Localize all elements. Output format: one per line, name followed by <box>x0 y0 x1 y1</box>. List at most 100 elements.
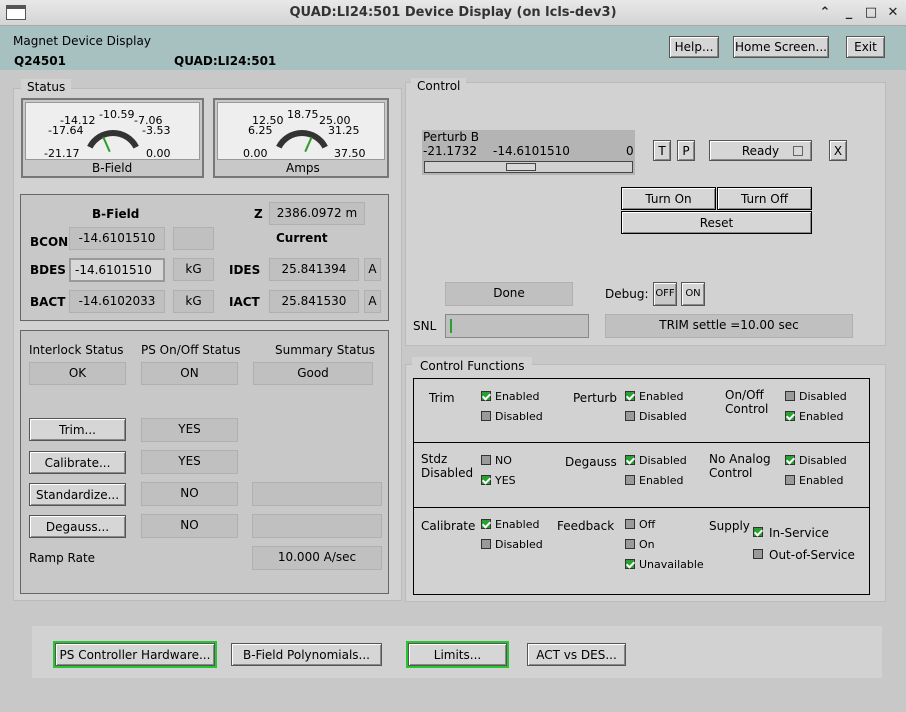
degauss-status: NO <box>141 514 238 538</box>
standardize-extra <box>252 482 382 506</box>
degauss-extra <box>252 514 382 538</box>
degauss-disabled-check[interactable] <box>625 455 635 465</box>
bfield-meter-label: B-Field <box>92 161 133 175</box>
stdz-yes-label: YES <box>495 474 516 487</box>
calibrate-disabled-check[interactable] <box>481 539 491 549</box>
supply-out-of-service-check[interactable] <box>753 549 763 559</box>
noanalog-disabled-label: Disabled <box>799 454 847 467</box>
ready-led-icon <box>793 146 803 156</box>
calibrate-disabled-label: Disabled <box>495 538 543 551</box>
turn-off-button[interactable]: Turn Off <box>717 187 812 210</box>
supply-label: Supply <box>709 519 750 533</box>
debug-off-button[interactable]: OFF <box>653 282 677 306</box>
row-divider-1 <box>413 442 870 443</box>
feedback-on-label: On <box>639 538 655 551</box>
minimize-icon[interactable]: _ <box>840 4 858 22</box>
perturb-slider-handle[interactable] <box>505 163 536 171</box>
bdes-input[interactable]: -14.6101510 <box>69 258 165 282</box>
noanalog-label-1: No Analog <box>709 452 771 466</box>
interlock-status: OK <box>29 362 126 385</box>
debug-on-button[interactable]: ON <box>681 282 705 306</box>
trim-disabled-check[interactable] <box>481 411 491 421</box>
supply-in-service-label: In-Service <box>769 526 829 540</box>
iact-unit: A <box>364 290 381 313</box>
home-screen-button[interactable]: Home Screen... <box>733 36 829 58</box>
close-icon[interactable]: ✕ <box>884 4 902 22</box>
limits-button[interactable]: Limits... <box>406 641 509 668</box>
turn-on-button[interactable]: Turn On <box>621 187 716 210</box>
perturb-slider[interactable] <box>424 161 633 173</box>
noanalog-disabled-check[interactable] <box>785 455 795 465</box>
noanalog-enabled-check[interactable] <box>785 475 795 485</box>
bcon-unit <box>173 227 214 250</box>
iact-value: 25.841530 <box>269 290 359 313</box>
collapse-icon[interactable]: ⌃ <box>816 4 834 22</box>
slider-value: -14.6101510 <box>493 144 570 158</box>
onoff-enabled-label: Enabled <box>799 410 844 423</box>
ready-label: Ready <box>741 144 780 158</box>
help-button[interactable]: Help... <box>669 36 719 58</box>
onoff-disabled-check[interactable] <box>785 391 795 401</box>
feedback-on-check[interactable] <box>625 539 635 549</box>
snl-indicator-icon <box>450 319 452 333</box>
bfield-polynomials-button[interactable]: B-Field Polynomials... <box>231 643 382 666</box>
trim-settle-status: TRIM settle =10.00 sec <box>605 314 853 338</box>
bdes-unit: kG <box>173 258 214 281</box>
onoff-control-label-2: Control <box>725 402 769 416</box>
calibrate-status: YES <box>141 450 238 474</box>
perturb-label: Perturb B <box>423 130 480 144</box>
amps-tick-0: 0.00 <box>243 147 268 160</box>
trim-function-label: Trim <box>429 391 455 405</box>
calibrate-function-label: Calibrate <box>421 519 476 533</box>
act-vs-des-button[interactable]: ACT vs DES... <box>527 643 626 666</box>
debug-label: Debug: <box>605 287 649 301</box>
p-button[interactable]: P <box>677 140 695 161</box>
trim-enabled-check[interactable] <box>481 391 491 401</box>
stdz-yes-check[interactable] <box>481 475 491 485</box>
noanalog-label-2: Control <box>709 466 753 480</box>
done-status: Done <box>445 282 573 306</box>
display-name: Magnet Device Display <box>13 34 151 48</box>
control-functions-tab: Control Functions <box>412 357 533 375</box>
perturb-disabled-check[interactable] <box>625 411 635 421</box>
onoff-disabled-label: Disabled <box>799 390 847 403</box>
x-button[interactable]: X <box>829 140 847 161</box>
reset-button[interactable]: Reset <box>621 211 812 234</box>
calibrate-button[interactable]: Calibrate... <box>29 451 126 474</box>
ides-label: IDES <box>229 263 261 277</box>
bfield-tick-6: 0.00 <box>146 147 171 160</box>
degauss-enabled-check[interactable] <box>625 475 635 485</box>
amps-tick-6: 37.50 <box>334 147 366 160</box>
degauss-button[interactable]: Degauss... <box>29 515 126 538</box>
z-value: 2386.0972 m <box>269 202 365 225</box>
slider-max: 0 <box>626 144 634 158</box>
snl-label: SNL <box>413 319 437 333</box>
window-titlebar[interactable]: QUAD:LI24:501 Device Display (on lcls-de… <box>0 0 906 26</box>
maximize-icon[interactable]: □ <box>862 4 880 22</box>
control-tab: Control <box>411 78 467 94</box>
snl-field <box>445 314 589 338</box>
ps-controller-hardware-button[interactable]: PS Controller Hardware... <box>53 641 217 668</box>
device-short-name: Q24501 <box>14 54 66 68</box>
t-button[interactable]: T <box>653 140 671 161</box>
supply-out-of-service-label: Out-of-Service <box>769 548 855 562</box>
bdes-label: BDES <box>30 263 66 277</box>
ides-value: 25.841394 <box>269 258 359 281</box>
slider-min: -21.1732 <box>423 144 477 158</box>
perturb-disabled-label: Disabled <box>639 410 687 423</box>
exit-button[interactable]: Exit <box>846 36 885 58</box>
iact-label: IACT <box>229 295 260 309</box>
bfield-tick-0: -21.17 <box>44 147 80 160</box>
amps-tick-3: 18.75 <box>287 108 319 121</box>
feedback-off-check[interactable] <box>625 519 635 529</box>
bfield-header: B-Field <box>92 207 140 221</box>
supply-in-service-check[interactable] <box>753 527 763 537</box>
trim-button[interactable]: Trim... <box>29 418 126 441</box>
onoff-enabled-check[interactable] <box>785 411 795 421</box>
feedback-unavailable-check[interactable] <box>625 559 635 569</box>
noanalog-enabled-label: Enabled <box>799 474 844 487</box>
standardize-button[interactable]: Standardize... <box>29 483 126 506</box>
stdz-no-check[interactable] <box>481 455 491 465</box>
perturb-enabled-check[interactable] <box>625 391 635 401</box>
calibrate-enabled-check[interactable] <box>481 519 491 529</box>
